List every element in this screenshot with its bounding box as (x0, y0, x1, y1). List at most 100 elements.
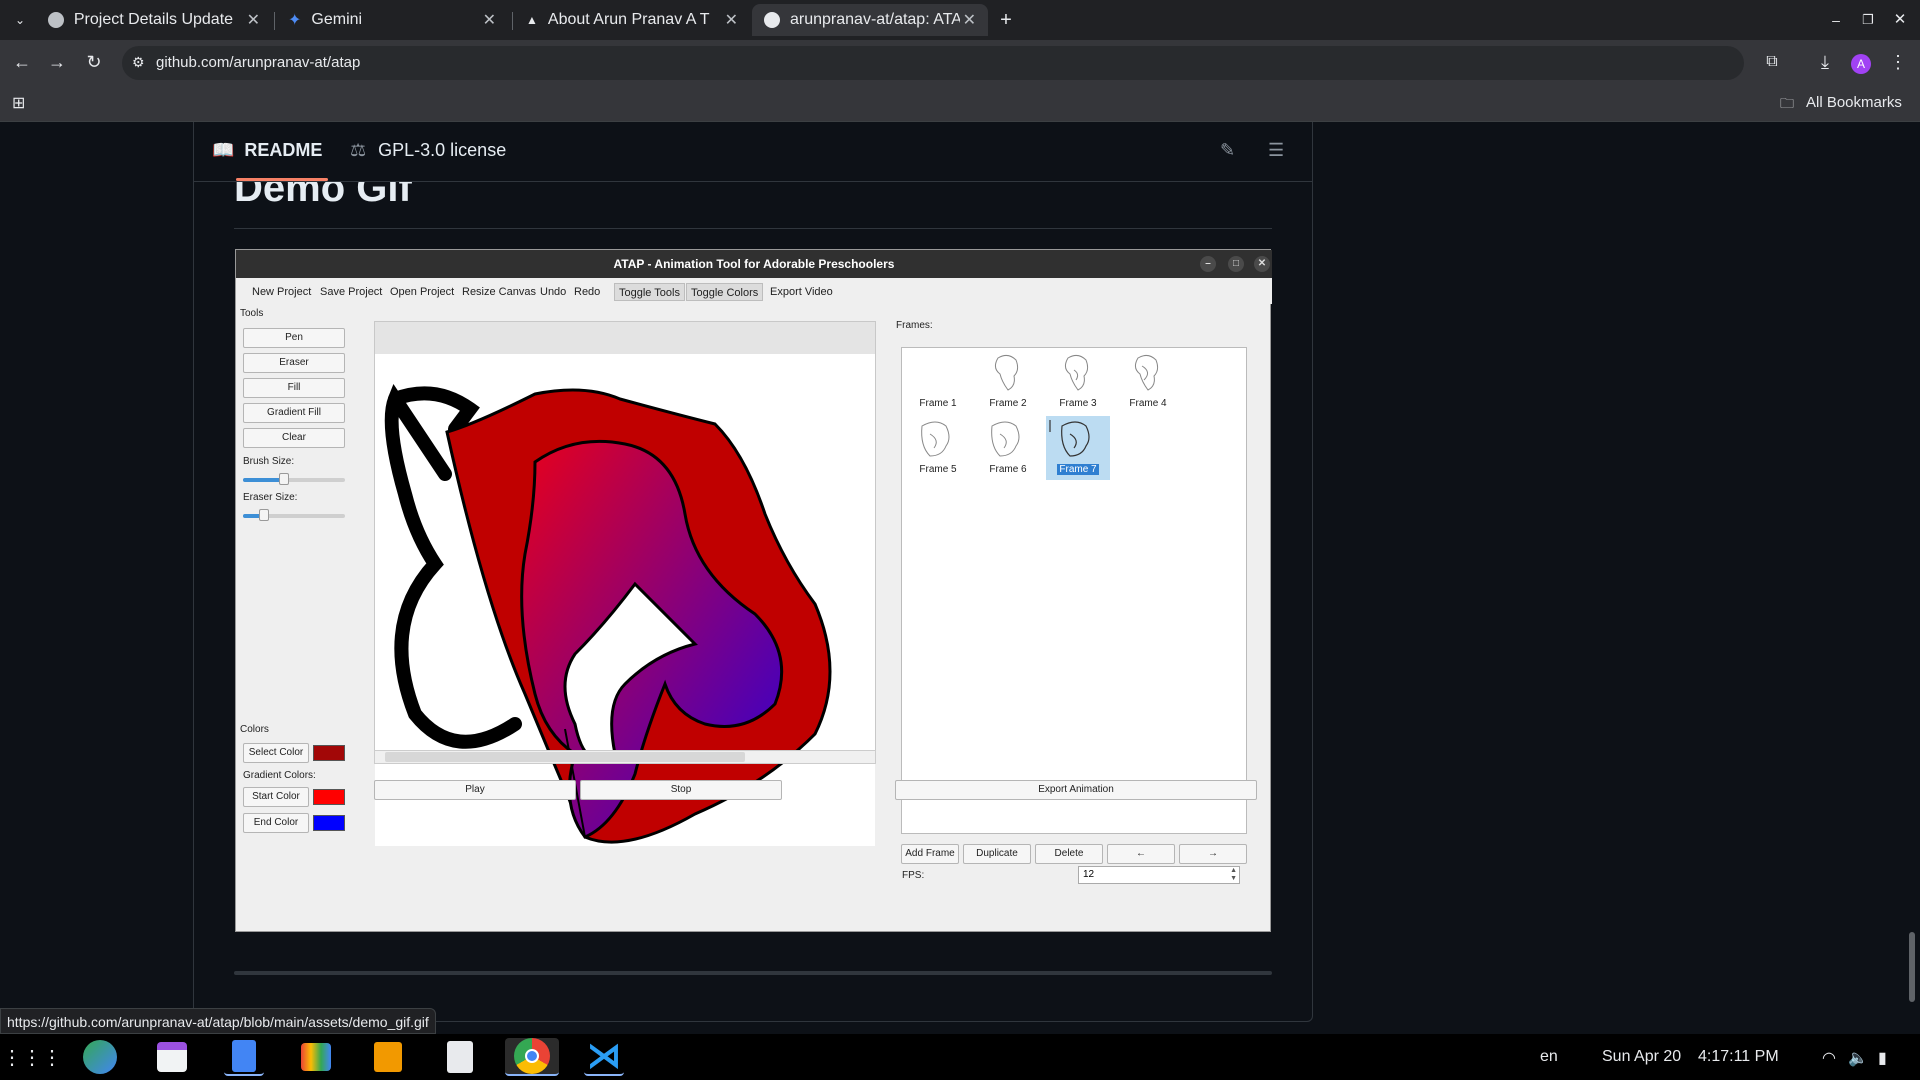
spin-arrows-icon: ▲ ▼ (1230, 867, 1237, 882)
minimize-icon[interactable]: – (1824, 8, 1848, 32)
eraser-size-slider (243, 509, 345, 521)
eraser-button: Eraser (243, 353, 345, 373)
calculator-app-icon[interactable] (440, 1038, 480, 1076)
frame-thumbnail: Frame 2 (976, 350, 1040, 414)
slider-handle (259, 509, 269, 521)
text-editor-app-icon[interactable] (368, 1038, 408, 1076)
readme-header: 📖 README ⚖ GPL-3.0 license ✎ ☰ (194, 122, 1312, 182)
tab-gemini[interactable]: ✦ Gemini ✕ (276, 4, 508, 36)
page-scrollbar[interactable] (1904, 122, 1920, 1034)
tab-search-icon[interactable]: ⌄ (8, 8, 32, 32)
apps-grid-icon[interactable]: ⊞ (12, 93, 25, 113)
colors-label: Colors (240, 724, 269, 735)
tab-project-details[interactable]: Project Details Update ✕ (36, 4, 272, 36)
download-icon[interactable]: ⤓ (1813, 50, 1837, 74)
tab-separator (274, 12, 275, 30)
frame-thumbnail: Frame 1 (919, 398, 957, 409)
divider (234, 971, 1272, 975)
frame-thumbnail: Frame 3 (1046, 350, 1110, 414)
delete-button: Delete (1035, 844, 1103, 864)
tools-label: Tools (240, 308, 264, 319)
scroll-thumb[interactable] (1909, 932, 1915, 1002)
edit-pencil-icon[interactable]: ✎ (1220, 140, 1235, 161)
scroll-thumb (385, 752, 745, 762)
active-tab-underline (236, 178, 328, 181)
tab-readme[interactable]: 📖 README (212, 140, 322, 161)
wifi-icon[interactable]: ◠ (1822, 1048, 1836, 1068)
openai-icon (48, 12, 64, 28)
extensions-icon[interactable]: ⧉ (1760, 50, 1784, 74)
select-color-swatch (313, 745, 345, 761)
files-app-icon[interactable] (80, 1038, 120, 1076)
tab-license[interactable]: ⚖ GPL-3.0 license (350, 140, 506, 161)
date-text[interactable]: Sun Apr 20 (1602, 1048, 1681, 1066)
battery-icon[interactable]: ▮ (1878, 1048, 1887, 1068)
all-bookmarks-link[interactable]: All Bookmarks (1806, 94, 1902, 111)
calendar-app-icon[interactable] (152, 1038, 192, 1076)
close-icon[interactable]: ✕ (483, 10, 496, 30)
status-bar-url: https://github.com/arunpranav-at/atap/bl… (0, 1008, 436, 1034)
close-icon[interactable]: ✕ (725, 10, 738, 30)
triangle-icon: ▲ (526, 13, 538, 27)
menu-resize-canvas: Resize Canvas (462, 286, 536, 298)
app-close-icon: ✕ (1254, 256, 1270, 272)
launcher-icon[interactable]: ⋮⋮⋮ (2, 1038, 62, 1076)
menu-export-video: Export Video (770, 286, 833, 298)
select-color-button: Select Color (243, 743, 309, 763)
tab-separator (512, 12, 513, 30)
reload-icon[interactable]: ↻ (82, 50, 106, 74)
site-info-icon[interactable]: ⚙ (132, 54, 145, 71)
brush-size-label: Brush Size: (243, 456, 295, 467)
app-menu-bar: New Project Save Project Open Project Re… (236, 278, 1272, 304)
url-text[interactable]: github.com/arunpranav-at/atap (156, 54, 360, 71)
app-minimize-icon: – (1200, 256, 1216, 272)
new-tab-icon[interactable]: + (994, 8, 1018, 32)
scale-icon: ⚖ (350, 140, 367, 160)
docs-app-icon[interactable] (224, 1038, 264, 1076)
outline-list-icon[interactable]: ☰ (1268, 140, 1284, 161)
frames-label: Frames: (896, 320, 933, 331)
menu-redo: Redo (574, 286, 601, 298)
app-titlebar: ATAP - Animation Tool for Adorable Presc… (236, 250, 1272, 278)
volume-icon[interactable]: 🔈 (1848, 1048, 1868, 1068)
frame-thumbnail: Frame 6 (976, 416, 1040, 480)
end-color-button: End Color (243, 813, 309, 833)
time-text[interactable]: 4:17:11 PM (1698, 1048, 1779, 1066)
clear-button: Clear (243, 428, 345, 448)
canvas-horizontal-scrollbar (374, 750, 876, 764)
duplicate-button: Duplicate (963, 844, 1031, 864)
frames-list: Frame 1 Frame 2 Frame 3 Frame 4 Frame 5 … (901, 347, 1247, 834)
avatar[interactable]: A (1849, 50, 1873, 74)
restore-icon[interactable]: ❐ (1856, 8, 1880, 32)
tab-about-arun[interactable]: ▲ About Arun Pranav A T ✕ (514, 4, 750, 36)
chrome-app-icon[interactable] (505, 1038, 559, 1076)
fps-spinbox: 12 ▲ ▼ (1078, 866, 1240, 884)
store-app-icon[interactable] (296, 1038, 336, 1076)
page-content: Demo Gif 📖 README ⚖ GPL-3.0 license ✎ ☰ … (0, 122, 1920, 1034)
address-bar[interactable]: ⚙ github.com/arunpranav-at/atap (122, 46, 1744, 80)
drawing-artwork (384, 384, 832, 844)
menu-icon[interactable]: ⋮ (1886, 50, 1910, 74)
taskbar: ⋮⋮⋮ ⋊ en Sun Apr 20 4:17:11 PM ◠ 🔈 ▮ (0, 1034, 1920, 1080)
tab-github-atap[interactable]: arunpranav-at/atap: ATAP ✕ (752, 4, 988, 36)
start-color-swatch (313, 789, 345, 805)
forward-icon[interactable]: → (45, 50, 69, 74)
move-frame-right-button: → (1179, 844, 1247, 864)
gradient-fill-button: Gradient Fill (243, 403, 345, 423)
back-icon[interactable]: ← (10, 50, 34, 74)
frame-thumbnail: Frame 5 (906, 416, 970, 480)
vscode-app-icon[interactable]: ⋊ (584, 1037, 624, 1076)
move-frame-left-button: ← (1107, 844, 1175, 864)
stop-button: Stop (580, 780, 782, 800)
close-icon[interactable]: ✕ (247, 10, 260, 30)
brush-size-slider (243, 473, 345, 485)
demo-gif-image: ATAP - Animation Tool for Adorable Presc… (235, 249, 1272, 932)
drawing-canvas (375, 354, 875, 846)
close-window-icon[interactable]: ✕ (1888, 8, 1912, 32)
pen-button: Pen (243, 328, 345, 348)
close-icon[interactable]: ✕ (963, 10, 976, 30)
menu-toggle-tools: Toggle Tools (614, 283, 685, 301)
play-button: Play (374, 780, 576, 800)
language-indicator[interactable]: en (1540, 1048, 1558, 1066)
menu-save-project: Save Project (320, 286, 383, 298)
